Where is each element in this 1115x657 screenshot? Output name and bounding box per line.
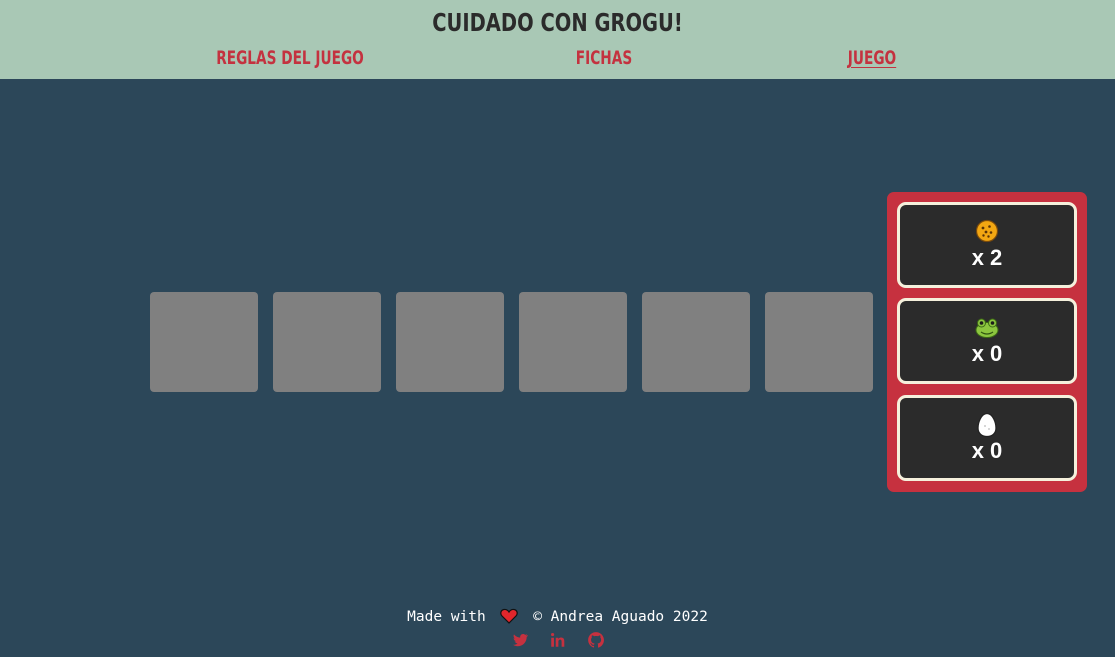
footer-made-with: Made with bbox=[407, 609, 486, 625]
linkedin-icon[interactable] bbox=[549, 631, 567, 649]
egg-count: x 0 bbox=[971, 438, 1003, 463]
cookie-count: x 2 bbox=[971, 245, 1003, 270]
twitter-icon[interactable] bbox=[511, 631, 529, 649]
score-panel: x 2 x 0 x 0 bbox=[887, 192, 1087, 492]
heart-icon bbox=[500, 608, 519, 628]
footer: Made with © Andrea Aguado 2022 bbox=[0, 608, 1115, 628]
board-tile[interactable] bbox=[396, 292, 504, 392]
board-tile[interactable] bbox=[642, 292, 750, 392]
github-icon[interactable] bbox=[587, 631, 605, 649]
page-title: CUIDADO CON GROGU! bbox=[432, 8, 683, 37]
egg-counter: x 0 bbox=[897, 395, 1077, 481]
nav-link-juego[interactable]: JUEGO bbox=[836, 47, 908, 69]
board-tile[interactable] bbox=[765, 292, 873, 392]
header: CUIDADO CON GROGU! REGLAS DEL JUEGO FICH… bbox=[0, 0, 1115, 79]
footer-copyright: © Andrea Aguado 2022 bbox=[533, 609, 708, 625]
frog-icon bbox=[900, 315, 1074, 343]
nav-link-reglas[interactable]: REGLAS DEL JUEGO bbox=[211, 47, 369, 69]
frog-count: x 0 bbox=[971, 341, 1003, 366]
frog-counter: x 0 bbox=[897, 298, 1077, 384]
board-tile[interactable] bbox=[519, 292, 627, 392]
cookie-icon bbox=[900, 219, 1074, 247]
cookie-counter: x 2 bbox=[897, 202, 1077, 288]
board-tile[interactable] bbox=[273, 292, 381, 392]
nav-link-fichas[interactable]: FICHAS bbox=[561, 47, 647, 69]
board-tile[interactable] bbox=[150, 292, 258, 392]
